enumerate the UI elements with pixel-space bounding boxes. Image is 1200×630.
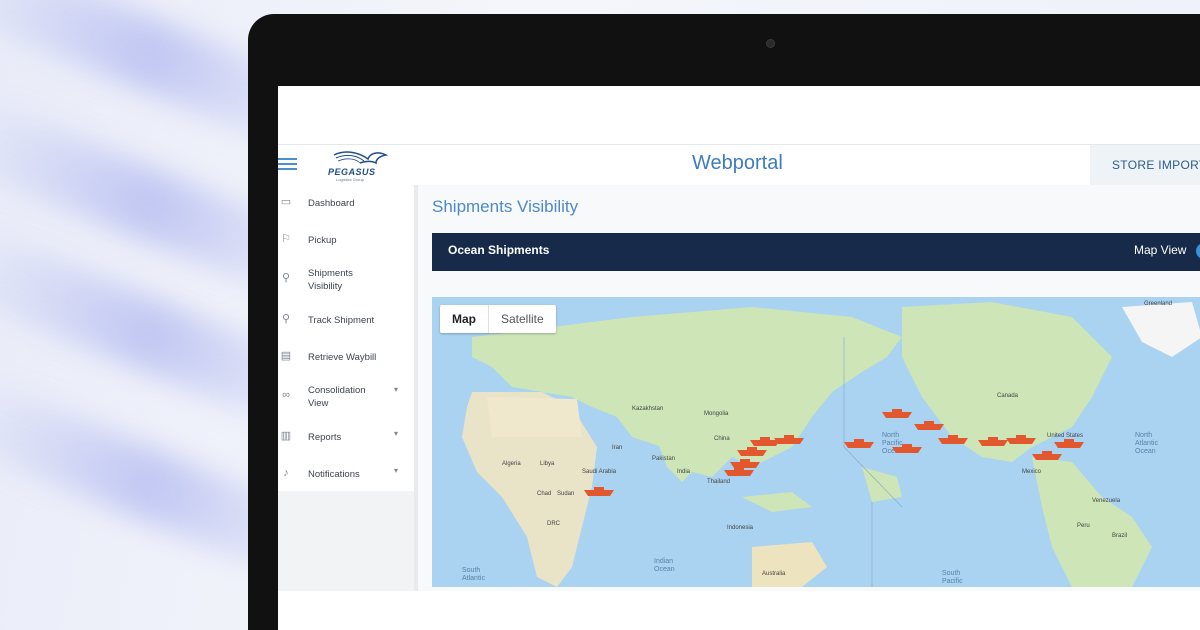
svg-text:Canada: Canada [997,393,1019,399]
ship-marker[interactable] [914,421,944,430]
ocean-shipments-header: Ocean Shipments Map View [432,233,1200,271]
svg-text:Pacific: Pacific [942,578,963,585]
svg-text:Mexico: Mexico [1022,469,1042,475]
svg-text:Saudi Arabia: Saudi Arabia [582,469,617,475]
webcam [766,39,775,48]
sidebar-item-label: Pickup [308,235,337,246]
sidebar-item-label: Shipments Visibility [308,268,353,292]
ship-marker[interactable] [978,437,1008,446]
ship-marker[interactable] [584,487,614,496]
svg-text:Kazakhstan: Kazakhstan [632,406,663,412]
map-type-satellite-button[interactable]: Satellite [488,305,556,333]
top-bar: PEGASUS Logistics Group Webportal STORE … [278,144,1200,186]
svg-text:DRC: DRC [547,521,561,527]
document-icon: ▤ [280,350,292,362]
pickup-icon: ⚐ [281,233,291,245]
sidebar-item-label: Dashboard [308,198,355,209]
sidebar: ▭ Dashboard ⚐ Pickup ⚲ Shipments Visibil… [278,185,415,630]
sidebar-item-label: Reports [308,432,342,443]
svg-text:Libya: Libya [540,461,555,467]
svg-text:Pakistan: Pakistan [652,456,675,462]
map-type-control: Map Satellite [440,305,556,333]
svg-text:Iran: Iran [612,445,622,451]
logo-text: PEGASUS [328,167,376,177]
svg-text:Brazil: Brazil [1112,533,1127,539]
ship-marker[interactable] [938,435,968,444]
map-type-map-button[interactable]: Map [440,305,488,333]
chevron-down-icon: ▾ [394,466,399,475]
screen-bottom-area [278,591,1200,630]
chevron-down-icon: ▾ [394,429,399,438]
binoculars-icon: ∞ [282,389,290,401]
svg-text:North: North [882,432,899,439]
bell-icon: ♪ [283,467,289,479]
panel-title: Ocean Shipments [448,243,550,257]
report-icon: ▥ [280,430,292,442]
ship-marker[interactable] [730,459,760,468]
sidebar-item-shipments-visibility[interactable]: ⚲ Shipments Visibility [278,265,414,297]
svg-text:Atlantic: Atlantic [1135,440,1158,447]
ship-marker[interactable] [724,467,754,476]
svg-text:Greenland: Greenland [1144,301,1172,307]
menu-icon[interactable] [278,155,298,173]
svg-text:Australia: Australia [762,571,786,577]
svg-text:Algeria: Algeria [502,461,521,467]
map-view-toggle[interactable] [1196,243,1200,259]
app-title: Webportal [692,152,783,174]
sidebar-item-label: Notifications [308,469,360,480]
sidebar-item-consolidation-view[interactable]: ∞ Consolidation View ▾ [278,382,414,414]
chevron-down-icon: ▾ [394,385,399,394]
svg-text:Thailand: Thailand [707,479,730,485]
location-pin-icon: ⚲ [281,313,291,325]
svg-text:Atlantic: Atlantic [462,575,485,582]
sidebar-item-label: Track Shipment [308,315,375,326]
page-title: Shipments Visibility [432,197,579,216]
svg-text:Sudan: Sudan [557,491,574,497]
ship-marker[interactable] [892,444,922,453]
svg-text:Chad: Chad [537,491,551,497]
svg-text:Ocean: Ocean [1135,448,1156,455]
svg-text:North: North [1135,432,1152,439]
ship-marker[interactable] [1006,435,1036,444]
world-map[interactable]: Indian Ocean North Pacific Ocean North A… [432,297,1200,587]
logo-subtext: Logistics Group [336,177,364,182]
store-import-button[interactable]: STORE IMPORT [1090,145,1200,185]
svg-text:Mongolia: Mongolia [704,411,729,417]
svg-text:Indonesia: Indonesia [727,525,754,531]
svg-text:China: China [714,436,730,442]
location-pin-icon: ⚲ [281,272,291,284]
sidebar-item-reports[interactable]: ▥ Reports ▾ [278,429,414,449]
main-content: Shipments Visibility Ocean Shipments Map… [418,185,1200,630]
ship-marker[interactable] [844,439,874,448]
svg-text:Ocean: Ocean [654,566,675,573]
map-canvas: Indian Ocean North Pacific Ocean North A… [432,297,1200,587]
ship-marker[interactable] [1054,439,1084,448]
map-view-label: Map View [1134,243,1187,257]
svg-text:South: South [462,567,480,574]
ship-marker[interactable] [774,435,804,444]
svg-text:India: India [677,469,691,475]
ship-marker[interactable] [737,447,767,456]
dashboard-icon: ▭ [280,196,292,208]
ship-marker[interactable] [882,409,912,418]
sidebar-item-notifications[interactable]: ♪ Notifications ▾ [278,466,414,486]
sidebar-item-label: Consolidation View [308,385,366,409]
svg-text:Peru: Peru [1077,523,1090,529]
svg-text:Indian: Indian [654,558,673,565]
sidebar-item-label: Retrieve Waybill [308,352,377,363]
sidebar-item-dashboard[interactable]: ▭ Dashboard [278,195,414,215]
sidebar-item-retrieve-waybill[interactable]: ▤ Retrieve Waybill [278,349,414,369]
sidebar-item-pickup[interactable]: ⚐ Pickup [278,232,414,252]
svg-text:Venezuela: Venezuela [1092,498,1121,504]
laptop-screen: PEGASUS Logistics Group Webportal STORE … [278,86,1200,630]
ship-marker[interactable] [1032,451,1062,460]
svg-text:South: South [942,570,960,577]
sidebar-item-track-shipment[interactable]: ⚲ Track Shipment [278,312,414,332]
